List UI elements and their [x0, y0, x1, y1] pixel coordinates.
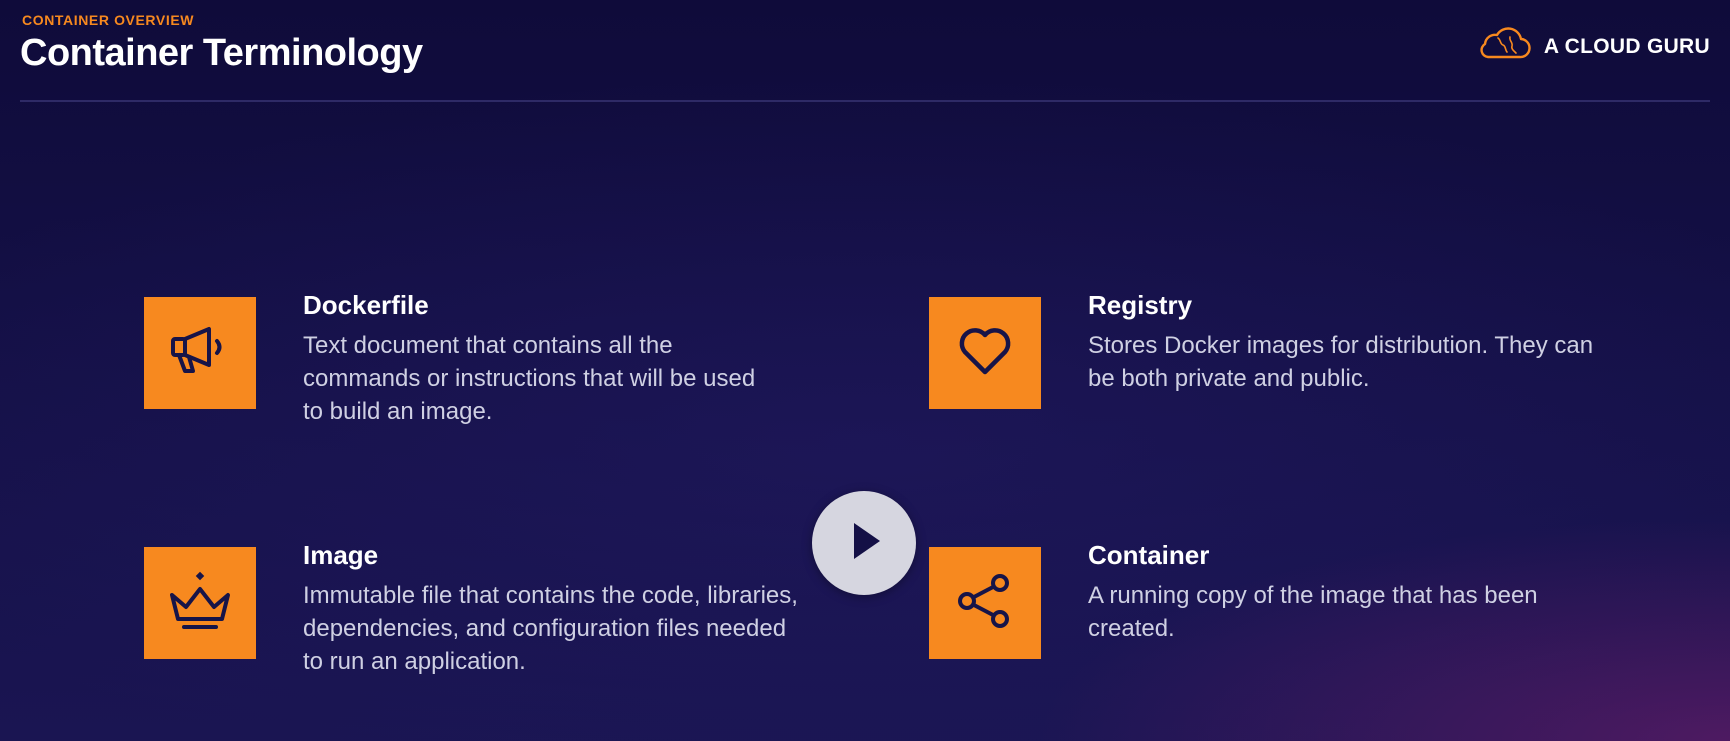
term-description: A running copy of the image that has bee… — [1088, 582, 1538, 642]
section-eyebrow: CONTAINER OVERVIEW — [22, 12, 195, 28]
term-title: Container — [1088, 540, 1210, 570]
registry-icon-tile — [929, 297, 1041, 409]
term-registry: Registry Stores Docker images for distri… — [929, 290, 1608, 409]
term-description: Stores Docker images for distribution. T… — [1088, 332, 1594, 392]
brand-logo: A CLOUD GURU — [1476, 26, 1710, 67]
share-icon — [955, 571, 1015, 636]
term-title: Dockerfile — [303, 290, 429, 320]
image-icon-tile — [144, 547, 256, 659]
play-button[interactable] — [812, 491, 916, 595]
term-dockerfile: Dockerfile Text document that contains a… — [144, 290, 773, 428]
term-container: Container A running copy of the image th… — [929, 540, 1588, 659]
term-title: Registry — [1088, 290, 1193, 320]
term-description: Text document that contains all the comm… — [303, 332, 756, 425]
page-title: Container Terminology — [20, 32, 423, 74]
brand-name: A CLOUD GURU — [1543, 34, 1710, 58]
cloud-logo-icon — [1476, 26, 1532, 67]
crown-icon — [168, 569, 232, 638]
dockerfile-icon-tile — [144, 297, 256, 409]
term-description: Immutable file that contains the code, l… — [303, 582, 798, 675]
heart-icon — [957, 326, 1013, 381]
header-divider — [20, 100, 1710, 102]
term-title: Image — [303, 540, 379, 570]
term-image: Image Immutable file that contains the c… — [144, 540, 803, 678]
megaphone-icon — [169, 325, 231, 382]
play-icon — [844, 519, 884, 568]
container-icon-tile — [929, 547, 1041, 659]
